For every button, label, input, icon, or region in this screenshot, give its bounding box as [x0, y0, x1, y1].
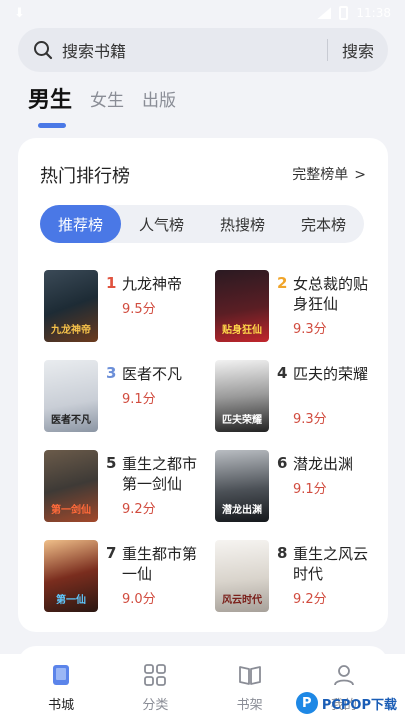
book-cover: 风云时代 [215, 540, 269, 612]
tab-popular[interactable]: 人气榜 [121, 205, 202, 243]
book-item[interactable]: 匹夫荣耀 4 匹夫的荣耀 9.3分 [215, 360, 385, 434]
book-cover: 第一仙 [44, 540, 98, 612]
cover-title: 贴身狂仙 [222, 325, 262, 336]
nav-label: 书城 [48, 697, 75, 713]
book-title: 重生之风云时代 [293, 545, 369, 583]
book-score: 9.1分 [122, 392, 156, 407]
cover-title: 九龙神帝 [51, 325, 91, 336]
book-item[interactable]: 第一剑仙 5 重生之都市第一剑仙 9.2分 [44, 450, 214, 524]
book-cover: 九龙神帝 [44, 270, 98, 342]
book-cover: 医者不凡 [44, 360, 98, 432]
book-cover: 第一剑仙 [44, 450, 98, 522]
tab-completed[interactable]: 完本榜 [283, 205, 364, 243]
book-title: 女总裁的贴身狂仙 [293, 275, 369, 313]
nav-bookshelf[interactable]: 书架 [203, 654, 297, 720]
book-item[interactable]: 贴身狂仙 2 女总裁的贴身狂仙 9.3分 [215, 270, 385, 344]
book-title: 匹夫的荣耀 [293, 365, 369, 383]
ranking-title: 热门排行榜 [40, 166, 130, 187]
user-icon [333, 664, 354, 685]
cover-title: 匹夫荣耀 [222, 415, 262, 426]
book-item[interactable]: 潜龙出渊 6 潜龙出渊 9.1分 [215, 450, 385, 524]
rank-number: 5 [106, 454, 117, 472]
tab-male[interactable]: 男生 [28, 86, 72, 116]
search-icon [32, 39, 54, 61]
rank-number: 4 [277, 364, 288, 382]
full-list-label: 完整榜单 [292, 167, 349, 183]
nav-bookstore[interactable]: 书城 [14, 654, 108, 720]
book-item[interactable]: 风云时代 8 重生之风云时代 9.2分 [215, 540, 385, 614]
book-title: 重生之都市第一剑仙 [122, 455, 198, 493]
tab-hot-search[interactable]: 热搜榜 [202, 205, 283, 243]
full-list-link[interactable]: 完整榜单 > [292, 164, 366, 184]
status-icons: 11:38 [317, 6, 391, 20]
phone-book-icon [53, 664, 70, 685]
book-item[interactable]: 医者不凡 3 医者不凡 9.1分 [44, 360, 214, 434]
book-title: 医者不凡 [122, 365, 183, 383]
tab-female[interactable]: 女生 [90, 86, 124, 116]
chevron-right-icon: > [354, 167, 366, 183]
rank-number: 1 [106, 274, 117, 292]
cover-title: 医者不凡 [51, 415, 91, 426]
battery-icon [339, 6, 349, 20]
search-input[interactable]: 搜索书籍 [62, 38, 327, 62]
cover-title: 潜龙出渊 [222, 505, 262, 516]
book-title: 九龙神帝 [122, 275, 183, 293]
book-score: 9.0分 [122, 592, 156, 607]
book-score: 9.2分 [293, 592, 327, 607]
rank-number: 6 [277, 454, 288, 472]
search-divider [326, 39, 328, 61]
cover-title: 风云时代 [222, 595, 262, 606]
rank-number: 8 [277, 544, 288, 562]
search-button[interactable]: 搜索 [342, 38, 374, 62]
tab-publish[interactable]: 出版 [142, 86, 176, 116]
signal-icon [317, 7, 332, 19]
pcpop-logo-icon: P [295, 692, 318, 714]
grid-icon [144, 663, 167, 686]
ranking-card: 热门排行榜 完整榜单 > 推荐榜 人气榜 热搜榜 完本榜 九龙神帝 1 九龙神帝 … [18, 138, 388, 632]
cover-title: 第一仙 [56, 595, 86, 606]
book-cover: 贴身狂仙 [215, 270, 269, 342]
book-cover: 潜龙出渊 [215, 450, 269, 522]
nav-label: 分类 [142, 697, 169, 713]
book-score: 9.1分 [293, 482, 327, 497]
book-score: 9.3分 [293, 412, 327, 427]
book-score: 9.3分 [293, 322, 327, 337]
book-title: 重生都市第一仙 [122, 545, 198, 583]
watermark-text: PCPOP下载 [321, 697, 397, 713]
cover-title: 第一剑仙 [51, 505, 91, 516]
rank-number: 2 [277, 274, 288, 292]
book-item[interactable]: 第一仙 7 重生都市第一仙 9.0分 [44, 540, 214, 614]
ranking-tabs: 推荐榜 人气榜 热搜榜 完本榜 [40, 205, 364, 243]
status-time: 11:38 [356, 6, 391, 20]
nav-category[interactable]: 分类 [108, 654, 202, 720]
rank-number: 7 [106, 544, 117, 562]
nav-label: 书架 [236, 697, 263, 713]
book-item[interactable]: 九龙神帝 1 九龙神帝 9.5分 [44, 270, 214, 344]
pcpop-watermark: P PCPOP下载 [295, 692, 397, 714]
book-score: 9.5分 [122, 302, 156, 317]
book-title: 潜龙出渊 [293, 455, 354, 473]
rank-number: 3 [106, 364, 117, 382]
tab-indicator [38, 123, 66, 128]
open-book-icon [238, 665, 261, 685]
book-cover: 匹夫荣耀 [215, 360, 269, 432]
status-bar: ⬇ 11:38 [0, 0, 405, 26]
book-score: 9.2分 [122, 502, 156, 517]
gender-tabs: 男生 女生 出版 [28, 86, 176, 116]
tab-recommended[interactable]: 推荐榜 [40, 205, 121, 243]
search-bar[interactable]: 搜索书籍 搜索 [18, 28, 388, 72]
download-icon: ⬇ [14, 5, 25, 21]
